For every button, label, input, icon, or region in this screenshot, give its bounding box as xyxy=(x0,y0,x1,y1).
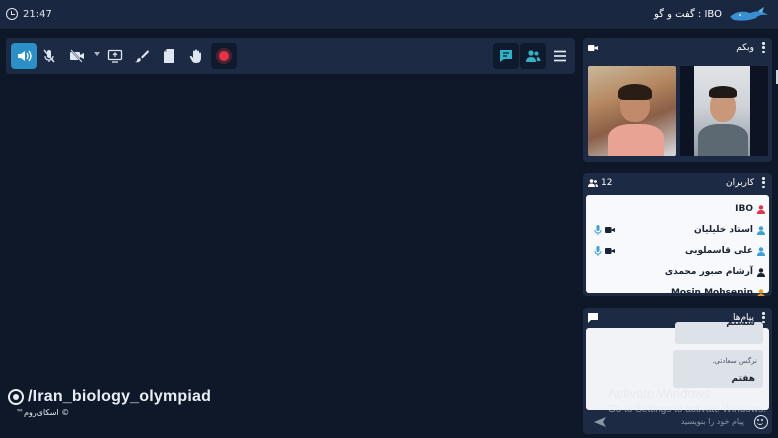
file-button[interactable] xyxy=(156,43,182,69)
users-panel-title: کاربران xyxy=(726,178,754,188)
record-icon xyxy=(219,51,229,61)
participant-hair xyxy=(709,86,737,98)
activate-windows-subtitle: Go to Settings to activate Windows. xyxy=(608,404,766,415)
watermark: /Iran_biology_olympiad xyxy=(8,388,211,406)
mic-icon xyxy=(594,246,602,256)
messages-panel: پیام‌ها سستم نرگس سعادتی. هفتم پیام خود … xyxy=(583,308,772,434)
message-sender: نرگس سعادتی. xyxy=(712,357,757,365)
webcam-video-frame xyxy=(694,66,750,156)
camera-button[interactable] xyxy=(64,43,90,69)
user-name: استاد خلیلیان xyxy=(694,225,753,235)
users-menu-icon[interactable] xyxy=(762,177,765,188)
message-item: سستم xyxy=(675,318,763,344)
user-row[interactable]: آرشام صبور محمدی xyxy=(586,262,769,282)
clock-icon xyxy=(6,8,18,20)
chat-toggle-button[interactable] xyxy=(493,43,519,69)
mic-off-icon xyxy=(43,49,55,63)
message-text: هفتم xyxy=(731,374,755,384)
toolbar xyxy=(6,38,575,74)
user-row[interactable]: استاد خلیلیان xyxy=(586,220,769,240)
users-toggle-icon xyxy=(526,50,541,62)
activate-windows-title: Activate Windows xyxy=(608,386,711,401)
participant-body xyxy=(608,124,664,156)
emoji-icon[interactable] xyxy=(754,415,768,429)
user-row[interactable]: علی قاسملوبی xyxy=(586,241,769,261)
webcam-video-tile[interactable] xyxy=(588,66,676,156)
user-name: IBO xyxy=(735,204,753,214)
webcam-menu-icon[interactable] xyxy=(762,42,765,53)
top-bar: 21:47 IBO : گفت و گو xyxy=(0,0,778,30)
messages-menu-icon[interactable] xyxy=(762,312,765,323)
main-stage xyxy=(0,78,580,438)
participant-hair xyxy=(618,84,652,100)
user-list: IBO استاد خلیلیان علی قاسملوبی آرشام صبور م… xyxy=(586,195,769,296)
clock: 21:47 xyxy=(6,8,52,20)
instagram-icon xyxy=(8,389,24,405)
hand-icon xyxy=(189,49,201,63)
mic-button[interactable] xyxy=(36,43,62,69)
message-item: نرگس سعادتی. هفتم xyxy=(673,350,763,388)
chat-input[interactable]: پیام خود را بنویسید xyxy=(586,413,750,431)
speaker-button[interactable] xyxy=(11,43,37,69)
speaker-icon xyxy=(18,50,32,62)
webcam-panel: وبکم xyxy=(583,38,772,162)
webcam-video-tile[interactable] xyxy=(680,66,768,156)
record-button[interactable] xyxy=(211,43,237,69)
menu-icon xyxy=(554,50,566,62)
file-icon xyxy=(164,49,174,63)
camera-icon xyxy=(588,45,598,51)
watermark-text: /Iran_biology_olympiad xyxy=(28,388,212,405)
menu-button[interactable] xyxy=(547,43,573,69)
message-text: سستم xyxy=(726,318,755,328)
chat-input-placeholder: پیام خود را بنویسید xyxy=(680,417,744,426)
users-toggle-button[interactable] xyxy=(520,43,546,69)
camera-off-icon xyxy=(70,49,84,63)
webcam-panel-title: وبکم xyxy=(736,43,754,53)
user-row[interactable]: Mosin Mohsenin xyxy=(586,283,769,296)
camera-icon xyxy=(605,227,615,233)
user-icon xyxy=(757,289,765,296)
users-icon xyxy=(588,179,598,187)
screen-share-button[interactable] xyxy=(102,43,128,69)
chat-toggle-icon xyxy=(500,50,512,62)
brush-icon xyxy=(135,50,149,63)
users-panel-header: 12 کاربران xyxy=(583,173,772,193)
room-title: IBO : گفت و گو xyxy=(654,9,722,20)
user-name: آرشام صبور محمدی xyxy=(664,267,753,277)
webcam-grid xyxy=(586,60,769,158)
camera-dropdown-chevron-icon[interactable] xyxy=(94,52,100,56)
webcam-panel-header: وبکم xyxy=(583,38,772,58)
user-icon xyxy=(757,247,765,256)
brand-text: © اسکای‌روم™ xyxy=(16,408,70,417)
participant-body xyxy=(698,124,748,156)
users-count: 12 xyxy=(601,178,613,188)
whale-logo-icon xyxy=(730,7,768,21)
user-row[interactable]: IBO xyxy=(586,199,769,219)
screen-share-icon xyxy=(107,49,123,63)
user-icon xyxy=(757,268,765,277)
clock-time: 21:47 xyxy=(23,8,52,20)
raise-hand-button[interactable] xyxy=(183,43,209,69)
user-name: علی قاسملوبی xyxy=(684,246,753,256)
user-icon xyxy=(757,205,765,214)
users-panel: 12 کاربران IBO استاد خلیلیان علی قاسملوبی آ… xyxy=(583,173,772,296)
user-name: Mosin Mohsenin xyxy=(670,288,753,296)
chat-icon xyxy=(588,313,598,323)
draw-button[interactable] xyxy=(129,43,155,69)
camera-icon xyxy=(605,248,615,254)
send-icon[interactable] xyxy=(594,416,606,428)
user-icon xyxy=(757,226,765,235)
mic-icon xyxy=(594,225,602,235)
